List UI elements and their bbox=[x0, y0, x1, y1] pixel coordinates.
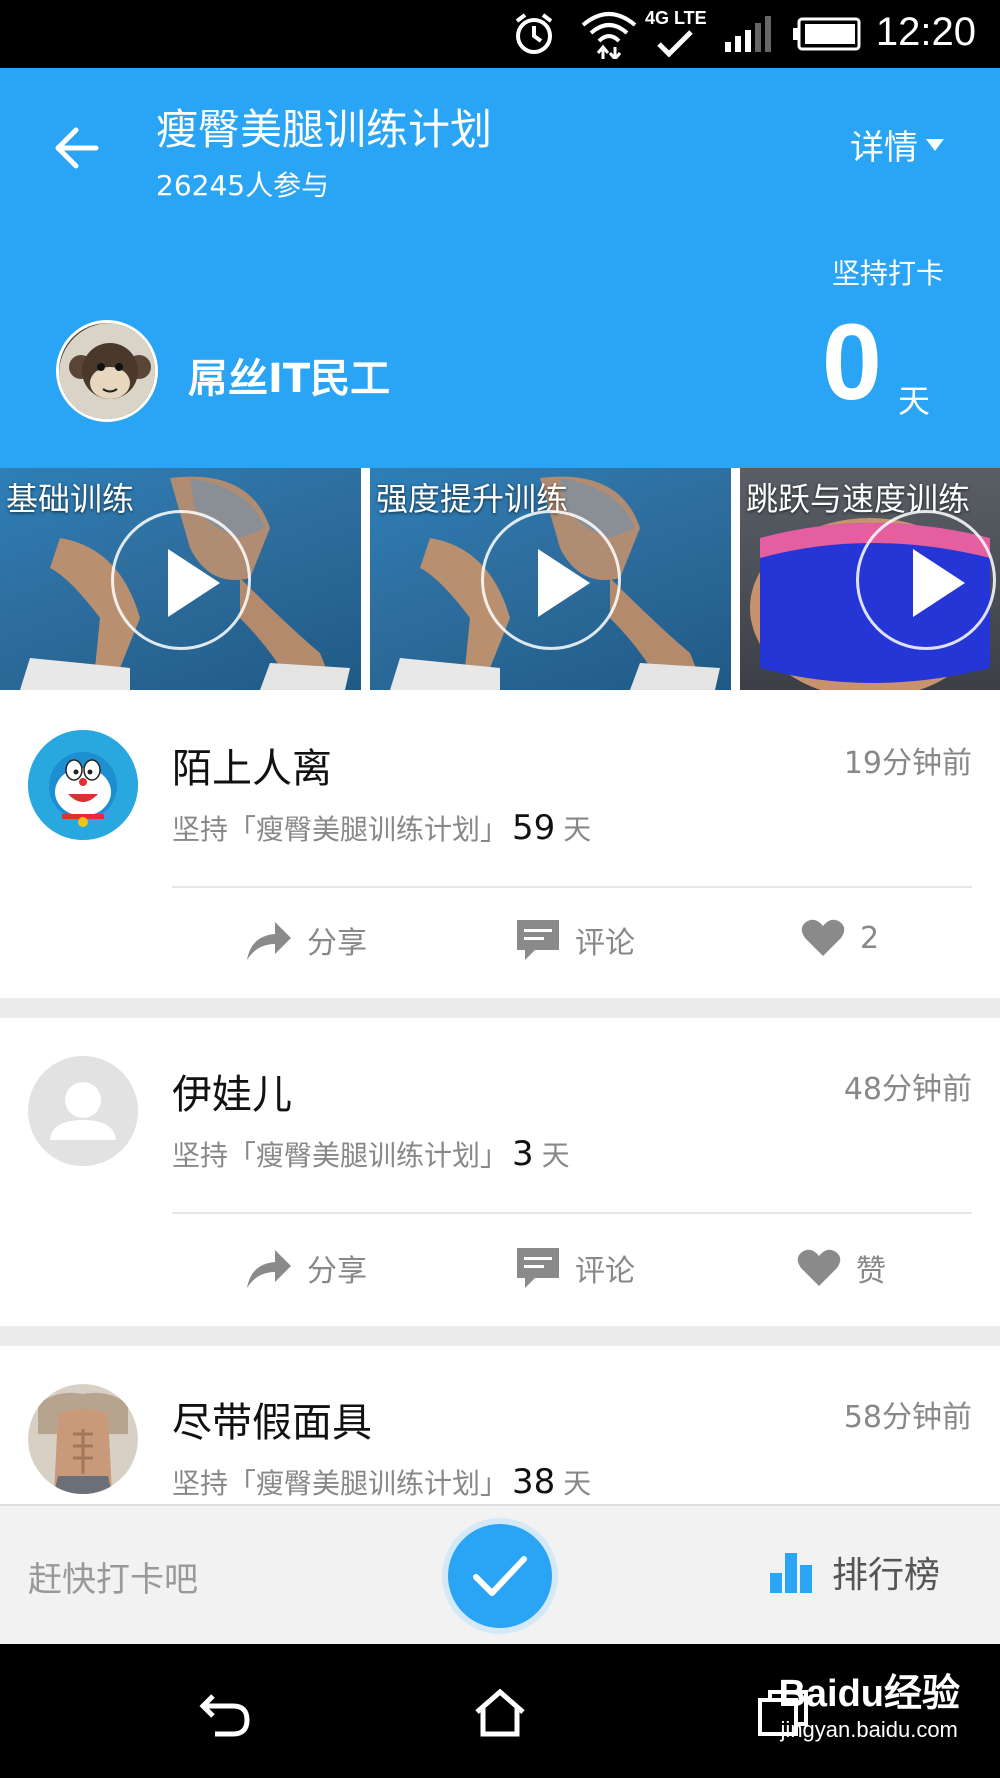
feed-description: 坚持「瘦臀美腿训练计划」 3 天 bbox=[172, 1134, 570, 1174]
status-time: 12:20 bbox=[875, 10, 976, 54]
bar-chart-icon bbox=[769, 1553, 812, 1593]
feed-desc-prefix: 坚持「瘦臀美腿训练计划」 bbox=[172, 813, 509, 846]
video-tile-basic[interactable]: 基础训练 bbox=[0, 468, 361, 690]
photo-avatar-icon bbox=[28, 1384, 138, 1494]
user-name: 屌丝IT民工 bbox=[188, 356, 391, 402]
share-button[interactable]: 分享 bbox=[245, 918, 367, 962]
leaderboard-label: 排行榜 bbox=[831, 1555, 940, 1596]
feed-description: 坚持「瘦臀美腿训练计划」 59 天 bbox=[172, 808, 591, 848]
watermark-sub: jingyan.baidu.com bbox=[780, 1717, 958, 1742]
feed-desc-prefix: 坚持「瘦臀美腿训练计划」 bbox=[172, 1467, 509, 1500]
feed-days: 38 bbox=[512, 1462, 556, 1502]
feed-avatar[interactable] bbox=[28, 730, 138, 840]
feed-item: 伊娃儿 48分钟前 坚持「瘦臀美腿训练计划」 3 天 分享 评论 赞 bbox=[0, 1018, 1000, 1326]
feed-user-name[interactable]: 尽带假面具 bbox=[172, 1390, 372, 1448]
baidu-watermark: Baidu经验 jingyan.baidu.com bbox=[778, 1662, 960, 1743]
lte-check-icon bbox=[655, 26, 695, 62]
share-label: 分享 bbox=[307, 1254, 367, 1289]
comment-icon bbox=[517, 1248, 559, 1288]
like-label: 赞 bbox=[856, 1254, 886, 1289]
heart-icon bbox=[797, 1249, 841, 1286]
details-label: 详情 bbox=[850, 128, 918, 168]
divider bbox=[172, 1212, 972, 1214]
feed-days-unit: 天 bbox=[563, 813, 592, 846]
user-avatar[interactable] bbox=[56, 320, 158, 422]
watermark-main: Baidu经验 bbox=[778, 1673, 960, 1715]
streak-unit: 天 bbox=[897, 382, 930, 420]
streak-label: 坚持打卡 bbox=[831, 257, 944, 290]
back-arrow-icon bbox=[55, 127, 99, 169]
nav-home-button[interactable] bbox=[465, 1678, 535, 1748]
back-button[interactable] bbox=[48, 118, 108, 178]
battery-icon bbox=[792, 8, 864, 60]
feed-days: 59 bbox=[512, 808, 556, 848]
leaderboard-button[interactable]: 排行榜 bbox=[768, 1546, 940, 1598]
like-button[interactable]: 2 bbox=[800, 918, 879, 958]
share-icon bbox=[247, 1250, 291, 1288]
feed-avatar[interactable] bbox=[28, 1384, 138, 1494]
feed-time: 58分钟前 bbox=[843, 1400, 972, 1435]
heart-icon bbox=[801, 919, 845, 956]
training-videos: 基础训练 强度提升训练 跳跃与速度训练 bbox=[0, 468, 1000, 690]
feed-time: 19分钟前 bbox=[843, 746, 972, 781]
feed-item: 陌上人离 19分钟前 坚持「瘦臀美腿训练计划」 59 天 分享 评论 2 bbox=[0, 690, 1000, 998]
bottom-action-bar: 赶快打卡吧 排行榜 bbox=[0, 1504, 1000, 1644]
comment-button[interactable]: 评论 bbox=[515, 1246, 635, 1290]
share-label: 分享 bbox=[307, 926, 367, 961]
status-bar: 4G LTE 12:20 bbox=[0, 0, 1000, 68]
feed-separator bbox=[0, 1326, 1000, 1346]
plan-header: 瘦臀美腿训练计划 26245人参与 详情 坚持打卡 0 天 屌丝IT民工 bbox=[0, 68, 1000, 468]
participant-count: 26245人参与 bbox=[156, 169, 330, 202]
share-icon bbox=[247, 922, 291, 960]
signal-icon bbox=[722, 8, 776, 60]
share-button[interactable]: 分享 bbox=[245, 1246, 367, 1290]
feed-time: 48分钟前 bbox=[843, 1072, 972, 1107]
checkmark-icon bbox=[473, 1556, 527, 1596]
monkey-avatar-icon bbox=[59, 323, 155, 419]
home-icon bbox=[475, 1688, 525, 1737]
like-count: 2 bbox=[860, 920, 880, 956]
nav-back-button[interactable] bbox=[190, 1678, 260, 1748]
video-tile-intensity[interactable]: 强度提升训练 bbox=[370, 468, 731, 690]
comment-label: 评论 bbox=[575, 1254, 635, 1289]
comment-button[interactable]: 评论 bbox=[515, 918, 635, 962]
feed-item: 尽带假面具 58分钟前 坚持「瘦臀美腿训练计划」 38 天 bbox=[0, 1346, 1000, 1506]
play-icon[interactable] bbox=[856, 510, 996, 650]
comment-label: 评论 bbox=[575, 926, 635, 961]
play-icon[interactable] bbox=[110, 510, 251, 650]
feed-user-name[interactable]: 伊娃儿 bbox=[172, 1062, 292, 1120]
feed-days-unit: 天 bbox=[563, 1467, 592, 1500]
feed-days-unit: 天 bbox=[541, 1139, 570, 1172]
caret-down-icon bbox=[926, 138, 944, 151]
like-button[interactable]: 赞 bbox=[796, 1246, 886, 1290]
video-tile-jump[interactable]: 跳跃与速度训练 bbox=[740, 468, 1000, 690]
feed-user-name[interactable]: 陌上人离 bbox=[172, 736, 332, 794]
checkin-button[interactable] bbox=[442, 1518, 558, 1634]
alarm-icon bbox=[508, 8, 560, 60]
wifi-icon bbox=[578, 8, 640, 60]
feed-separator bbox=[0, 998, 1000, 1018]
video-label: 基础训练 bbox=[6, 480, 135, 518]
system-nav-bar: Baidu经验 jingyan.baidu.com bbox=[0, 1644, 1000, 1778]
details-dropdown[interactable]: 详情 bbox=[850, 120, 944, 169]
plan-title: 瘦臀美腿训练计划 bbox=[156, 105, 493, 154]
divider bbox=[172, 886, 972, 888]
checkin-hint: 赶快打卡吧 bbox=[28, 1560, 198, 1600]
play-icon[interactable] bbox=[480, 510, 621, 650]
doraemon-avatar-icon bbox=[28, 730, 138, 840]
streak-count: 0 bbox=[821, 301, 882, 422]
feed-days: 3 bbox=[512, 1134, 534, 1174]
feed-desc-prefix: 坚持「瘦臀美腿训练计划」 bbox=[172, 1139, 509, 1172]
feed-avatar[interactable] bbox=[28, 1056, 138, 1166]
comment-icon bbox=[517, 920, 559, 960]
back-icon bbox=[199, 1694, 250, 1737]
feed-description: 坚持「瘦臀美腿训练计划」 38 天 bbox=[172, 1462, 591, 1502]
default-user-icon bbox=[28, 1056, 138, 1166]
